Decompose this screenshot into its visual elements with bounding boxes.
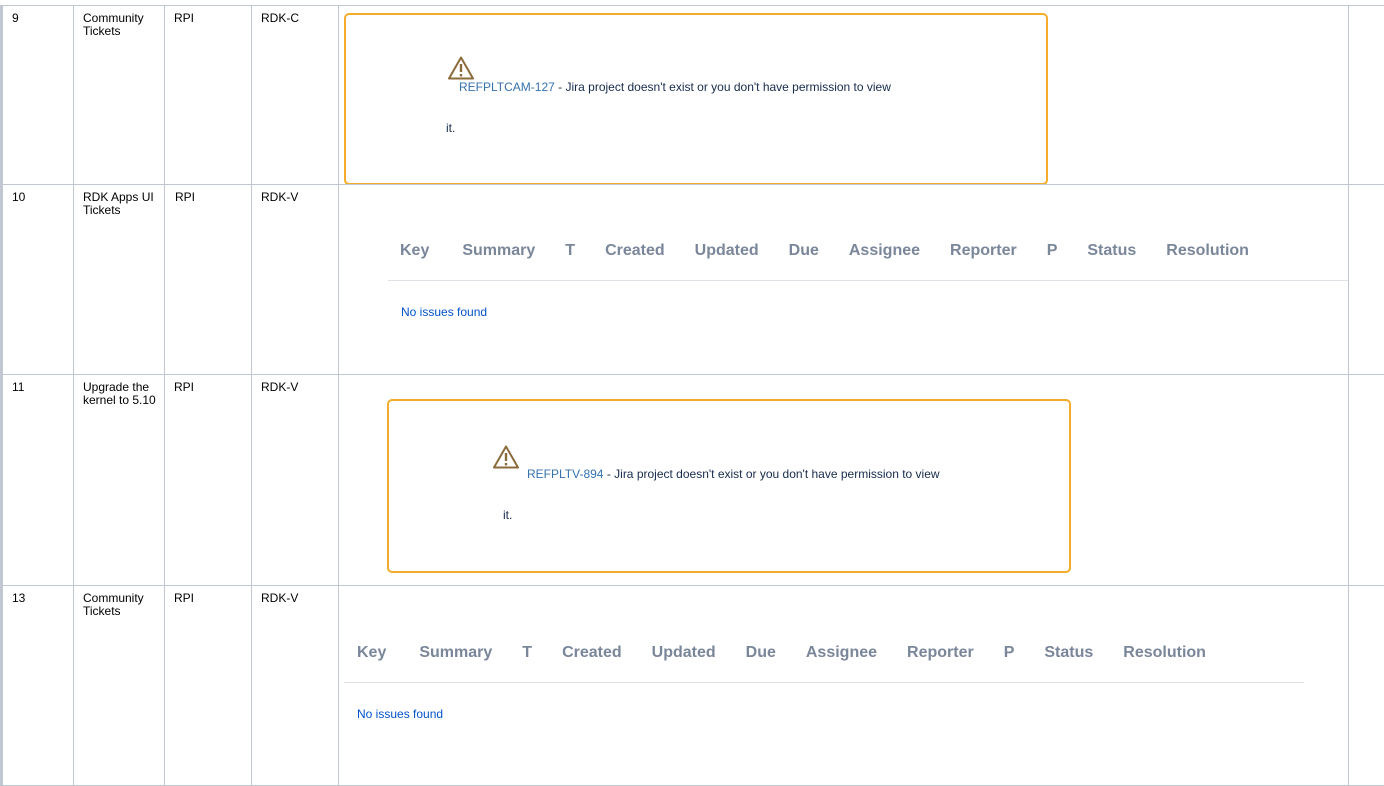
profile-cell: RDK-V [251,184,339,375]
jira-column-header[interactable]: Key [357,645,386,661]
no-issues-message: No issues found [357,707,444,721]
jira-column-header[interactable]: Status [1044,645,1093,661]
table-row: 11 Upgrade the kernel to 5.10 RPI RDK-V … [0,374,1384,586]
profile-cell: RDK-V [251,585,339,786]
row-number-cell: 9 [0,5,74,185]
jira-column-header[interactable]: Reporter [950,243,1017,259]
jira-column-header[interactable]: T [565,243,575,259]
empty-cell [1348,5,1384,185]
no-issues-message: No issues found [401,305,488,319]
jira-issue-link[interactable]: REFPLTV-894 [527,467,603,481]
details-cell: REFPLTV-894 - Jira project doesn't exist… [338,374,1349,586]
details-cell: Key Summary T Created Updated Due Assignee Repo… [338,585,1349,786]
warning-triangle-icon [493,445,519,469]
jira-column-header[interactable]: Created [562,645,622,661]
jira-column-header[interactable]: T [522,645,532,661]
row-number-cell: 13 [0,585,74,786]
topic-cell: RDK Apps UI Tickets [73,184,165,375]
row-number-cell: 11 [0,374,74,586]
jira-column-headers: Key Summary T Created Updated Due Assignee Repo… [357,645,1206,661]
jira-column-header[interactable]: Due [789,243,819,259]
row-number-cell: 10 [0,184,74,375]
empty-cell [1348,585,1384,786]
topic-cell: Community Tickets [73,585,165,786]
profile-cell: RDK-V [251,374,339,586]
jira-column-header[interactable]: Status [1087,243,1136,259]
jira-issue-link[interactable]: REFPLTCAM-127 [459,80,555,94]
profile-cell: RDK-C [251,5,339,185]
jira-column-header[interactable]: Created [605,243,665,259]
jira-warning-panel: REFPLTV-894 - Jira project doesn't exist… [387,399,1071,573]
table-row: 10 RDK Apps UI Tickets RPI RDK-V Key Summ… [0,184,1384,375]
jira-header-divider [344,682,1304,683]
jira-column-header[interactable]: Assignee [806,645,877,661]
table-row: 9 Community Tickets RPI RDK-C REFPLTCAM-… [0,5,1384,185]
jira-column-header[interactable]: Updated [695,243,759,259]
jira-warning-panel: REFPLTCAM-127 - Jira project doesn't exi… [344,13,1048,184]
empty-cell [1348,184,1384,375]
platform-cell: RPI [164,5,252,185]
jira-column-header[interactable]: Assignee [849,243,920,259]
jira-column-header[interactable]: Due [746,645,776,661]
table-row: 13 Community Tickets RPI RDK-V Key Summar… [0,585,1384,786]
jira-column-header[interactable]: Summary [419,645,492,661]
topic-cell: Upgrade the kernel to 5.10 [73,374,165,586]
jira-column-header[interactable]: Reporter [907,645,974,661]
platform-cell: RPI [164,184,252,375]
releases-table: 9 Community Tickets RPI RDK-C REFPLTCAM-… [0,5,1384,786]
jira-column-header[interactable]: P [1004,645,1015,661]
jira-column-headers: Key Summary T Created Updated Due Assignee Repo… [400,243,1249,259]
platform-cell: RPI [164,585,252,786]
empty-cell [1348,374,1384,586]
jira-column-header[interactable]: P [1047,243,1058,259]
jira-column-header[interactable]: Resolution [1166,243,1249,259]
topic-cell: Community Tickets [73,5,165,185]
warning-triangle-icon [448,56,474,80]
jira-header-divider [388,280,1348,281]
details-cell: Key Summary T Created Updated Due Assignee Repo… [338,184,1349,375]
warning-message: REFPLTCAM-127 - Jira project doesn't exi… [459,80,891,94]
jira-column-header[interactable]: Resolution [1123,645,1206,661]
jira-column-header[interactable]: Updated [652,645,716,661]
warning-message: REFPLTV-894 - Jira project doesn't exist… [527,467,940,481]
platform-cell: RPI [164,374,252,586]
warning-message-tail: it. [446,121,456,135]
details-cell: REFPLTCAM-127 - Jira project doesn't exi… [338,5,1349,185]
warning-message-tail: it. [503,508,513,522]
jira-column-header[interactable]: Key [400,243,429,259]
jira-column-header[interactable]: Summary [462,243,535,259]
